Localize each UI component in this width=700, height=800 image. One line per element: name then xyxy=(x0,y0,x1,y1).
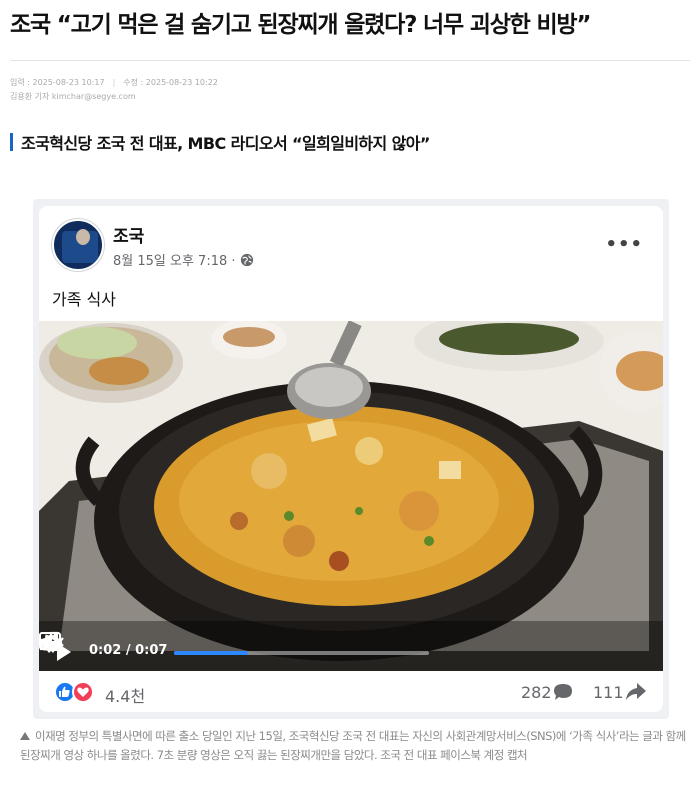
reaction-count[interactable]: 4.4천 xyxy=(105,683,145,707)
reporter-byline: 김용환 기자 kimchar@segye.com xyxy=(10,92,136,101)
photo-caption: 이재명 정부의 특별사면에 따른 출소 당일인 지난 15일, 조국혁신당 조국… xyxy=(20,727,690,765)
input-date: 입력 : 2025-08-23 10:17 xyxy=(10,78,105,87)
video-frame xyxy=(39,321,663,671)
comment-icon[interactable] xyxy=(553,683,573,701)
video-time: 0:02 / 0:07 xyxy=(89,643,168,658)
header-divider xyxy=(10,60,690,61)
video-player[interactable]: 0:02 / 0:07 xyxy=(39,321,663,671)
meta-separator: | xyxy=(112,78,116,87)
comment-count[interactable]: 282 xyxy=(521,683,552,702)
edit-date: 수정 : 2025-08-23 10:22 xyxy=(123,78,218,87)
subhead-text: 조국혁신당 조국 전 대표, MBC 라디오서 “일희일비하지 않아” xyxy=(21,134,430,153)
photo-caption-text: 이재명 정부의 특별사면에 따른 출소 당일인 지난 15일, 조국혁신당 조국… xyxy=(20,729,686,762)
love-icon[interactable] xyxy=(72,681,94,703)
article-meta: 입력 : 2025-08-23 10:17 | 수정 : 2025-08-23 … xyxy=(10,76,218,104)
article-subhead: 조국혁신당 조국 전 대표, MBC 라디오서 “일희일비하지 않아” xyxy=(10,130,430,154)
caption-marker-icon xyxy=(20,732,30,740)
post-caption: 가족 식사 xyxy=(52,290,116,309)
globe-icon xyxy=(240,253,253,266)
post-author[interactable]: 조국 xyxy=(113,222,144,247)
share-count[interactable]: 111 xyxy=(593,683,624,702)
mute-icon[interactable] xyxy=(39,631,65,653)
subhead-bar xyxy=(10,133,13,151)
post-footer: 4.4천 282 111 xyxy=(39,671,663,712)
video-progress-bar[interactable] xyxy=(174,651,429,655)
post-timestamp[interactable]: 8월 15일 오후 7:18 · xyxy=(113,250,236,269)
more-options-icon[interactable]: ••• xyxy=(605,234,643,255)
facebook-post: 조국 8월 15일 오후 7:18 · ••• 가족 식사 0:02 / 0:0… xyxy=(39,206,663,712)
post-timestamp-row: 8월 15일 오후 7:18 · xyxy=(113,250,254,269)
article-headline: 조국 “고기 먹은 걸 숨기고 된장찌개 올렸다? 너무 괴상한 비방” xyxy=(10,12,591,38)
share-icon[interactable] xyxy=(625,682,647,702)
video-progress-fill xyxy=(174,651,248,655)
video-controls: 0:02 / 0:07 xyxy=(39,631,663,671)
avatar[interactable] xyxy=(52,219,104,271)
